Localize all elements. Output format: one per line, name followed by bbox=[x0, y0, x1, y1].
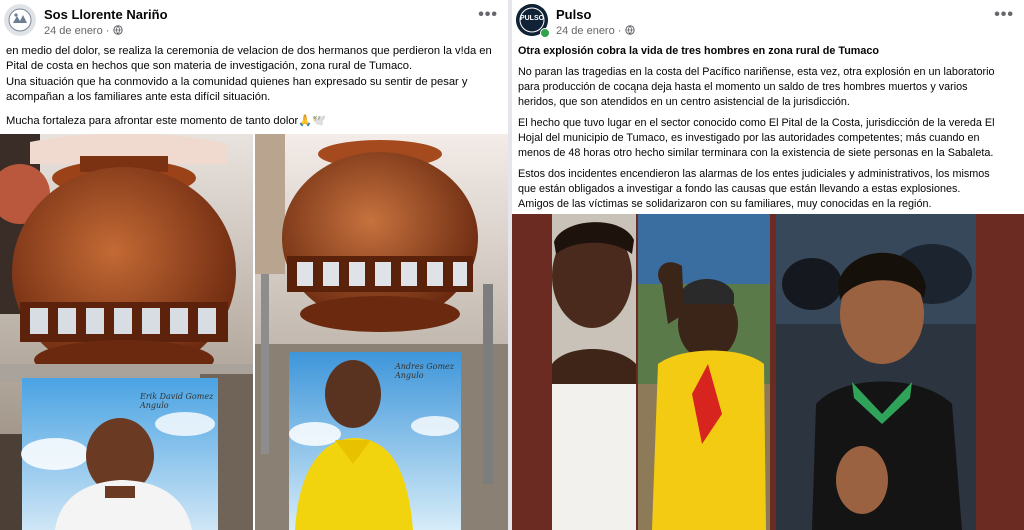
post-header: Sos Llorente Nariño 24 de enero · ••• bbox=[4, 4, 504, 40]
globe-icon bbox=[624, 25, 635, 37]
post-text: Otra explosión cobra la vida de tres hom… bbox=[518, 44, 1018, 221]
post-meta: 24 de enero · bbox=[556, 25, 635, 37]
text-line: Amigos de las víctimas se solidarizaron … bbox=[518, 198, 932, 210]
memorial-card-name: Andres Gomez Angulo bbox=[395, 362, 454, 380]
post-photo-victims-collage[interactable] bbox=[512, 214, 1024, 530]
page-avatar[interactable] bbox=[4, 4, 36, 36]
post-header: PULSO Pulso 24 de enero · ••• bbox=[516, 4, 1020, 40]
facebook-post-pulso: PULSO Pulso 24 de enero · ••• Otra explo… bbox=[512, 0, 1024, 530]
post-title: Otra explosión cobra la vida de tres hom… bbox=[518, 45, 879, 57]
post-paragraph: Estos dos incidentes encendieron las ala… bbox=[518, 167, 1018, 212]
post-text: en medio del dolor, se realiza la ceremo… bbox=[6, 44, 502, 138]
post-date[interactable]: 24 de enero bbox=[44, 25, 103, 37]
online-indicator bbox=[540, 28, 550, 38]
text-line: heridos, que son atendidos en un centro … bbox=[518, 96, 850, 108]
more-options-icon[interactable]: ••• bbox=[478, 6, 498, 24]
post-meta: 24 de enero · bbox=[44, 25, 123, 37]
text-line: Estos dos incidentes encendieron las ala… bbox=[518, 168, 990, 180]
post-paragraph: No paran las tragedias en la costa del P… bbox=[518, 65, 1018, 110]
page-name[interactable]: Pulso bbox=[556, 7, 591, 22]
post-date[interactable]: 24 de enero bbox=[556, 25, 615, 37]
post-paragraph: El hecho que tuvo lugar en el sector con… bbox=[518, 116, 1018, 161]
post-photo-urn-2[interactable]: Andres Gomez Angulo bbox=[255, 134, 508, 530]
text-line: para producción de cocąna deja hasta el … bbox=[518, 81, 968, 93]
memorial-card-name: Erik David Gomez Angulo bbox=[140, 392, 214, 410]
post-photo-urn-1[interactable]: Erik David Gomez Angulo bbox=[0, 134, 253, 530]
text-line: Una situación que ha conmovido a la comu… bbox=[6, 75, 468, 88]
text-line: Hojal del municipio de Tumaco, es invest… bbox=[518, 132, 980, 144]
text-line: que están obligados a investigar a fondo… bbox=[518, 183, 961, 195]
facebook-post-sos-llorente: Sos Llorente Nariño 24 de enero · ••• en… bbox=[0, 0, 508, 530]
page-name[interactable]: Sos Llorente Nariño bbox=[44, 7, 168, 22]
globe-icon bbox=[112, 25, 123, 37]
text-line: El hecho que tuvo lugar en el sector con… bbox=[518, 117, 995, 129]
text-line: acompañan a los familiares ante esta dif… bbox=[6, 91, 271, 104]
text-line: en medio del dolor, se realiza la ceremo… bbox=[6, 45, 492, 57]
text-line: menos de 48 horas otro hecho similar ter… bbox=[518, 147, 994, 159]
text-line: No paran las tragedias en la costa del P… bbox=[518, 66, 995, 78]
post-paragraph: en medio del dolor, se realiza la ceremo… bbox=[6, 44, 502, 106]
text-line: Pital de costa en hechos que son materia… bbox=[6, 60, 413, 73]
more-options-icon[interactable]: ••• bbox=[994, 6, 1014, 24]
avatar-logo-text: PULSO bbox=[519, 15, 545, 22]
post-closing: Mucha fortaleza para afrontar este momen… bbox=[6, 114, 327, 127]
